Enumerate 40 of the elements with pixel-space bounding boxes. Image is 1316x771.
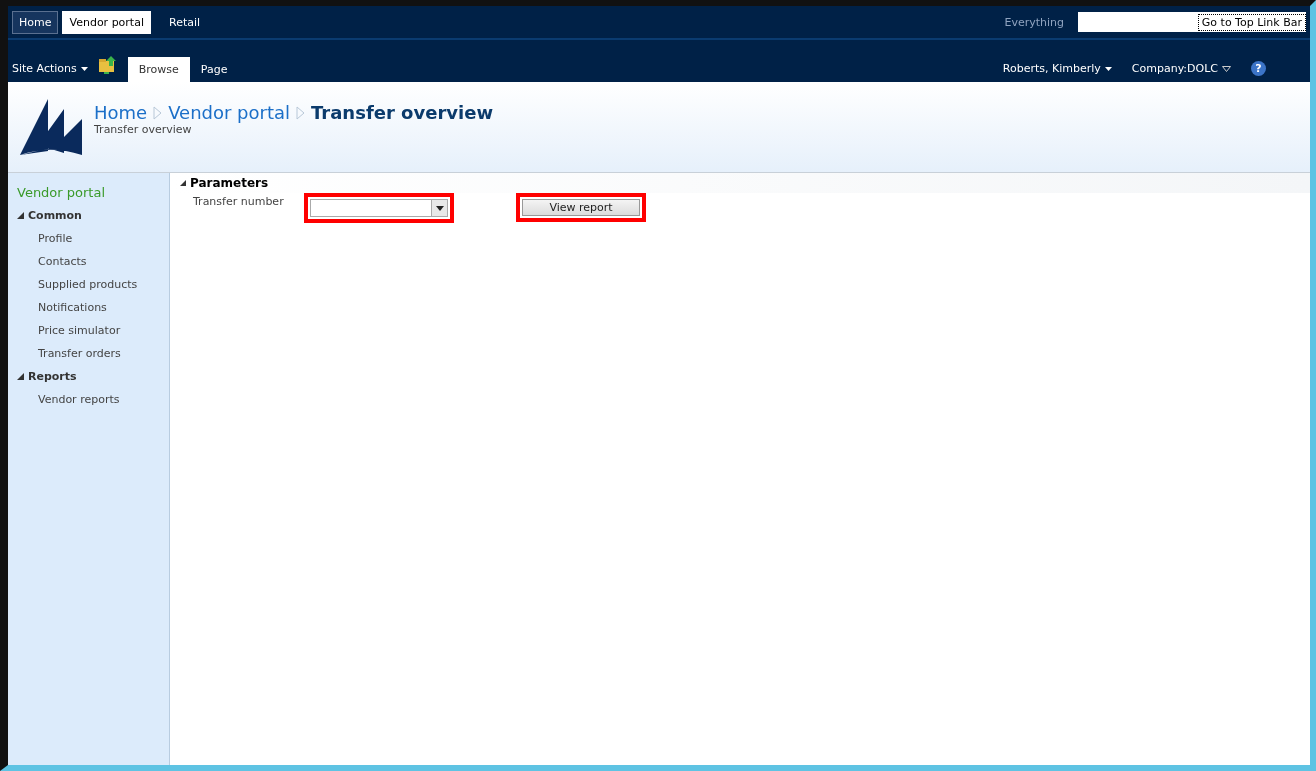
dropdown-arrow-icon [435, 205, 444, 211]
sidebar-item[interactable]: Contacts [38, 250, 169, 273]
folder-upload-icon[interactable] [97, 56, 118, 74]
skip-link[interactable]: Go to Top Link Bar [1197, 13, 1306, 31]
sidebar-item[interactable]: Vendor reports [38, 388, 169, 411]
page-subtitle: Transfer overview [94, 123, 193, 136]
logo-icon [18, 97, 84, 157]
top-link-tab[interactable]: Home [12, 10, 59, 34]
user-menu[interactable]: Roberts, Kimberly [1002, 62, 1112, 82]
search-field[interactable]: Go to Top Link Bar [1078, 12, 1306, 32]
site-actions-menu[interactable]: Site Actions [12, 62, 88, 82]
group-label: Common [28, 209, 82, 222]
top-link-tab[interactable]: Vendor portal [62, 10, 151, 34]
company-menu[interactable]: Company:DOLC [1131, 62, 1231, 82]
breadcrumb-arrow-icon [296, 105, 306, 120]
breadcrumb-link[interactable]: Transfer overview [311, 102, 493, 123]
breadcrumb-link[interactable]: Vendor portal [168, 102, 291, 123]
sidebar-item[interactable]: Notifications [38, 296, 169, 319]
field-label: Transfer number [193, 194, 285, 208]
breadcrumb-arrow-icon [153, 105, 163, 120]
sidebar-item[interactable]: Price simulator [38, 319, 169, 342]
top-link-tab[interactable]: Retail [163, 11, 207, 33]
caret-icon [1104, 66, 1112, 71]
view-report-button[interactable]: View report [522, 199, 640, 216]
sidebar-item[interactable]: Supplied products [38, 273, 169, 296]
group-label: Reports [28, 370, 77, 383]
sidebar-group[interactable]: Reports [17, 365, 169, 388]
ribbon-tab[interactable]: Page [189, 57, 239, 82]
help-button[interactable]: ? [1251, 61, 1266, 76]
expander-icon [17, 373, 24, 380]
section-title: Parameters [190, 176, 269, 190]
caret-icon [1222, 65, 1231, 72]
sidebar-item[interactable]: Transfer orders [38, 342, 169, 365]
caret-icon [80, 66, 88, 71]
breadcrumb-link[interactable]: Home [94, 102, 148, 123]
ribbon-tab[interactable]: Browse [127, 57, 190, 82]
search-scope-label: Everything [1004, 15, 1064, 29]
expander-icon [17, 212, 24, 219]
sidebar-group[interactable]: Common [17, 204, 169, 227]
sidebar-item[interactable]: Profile [38, 227, 169, 250]
